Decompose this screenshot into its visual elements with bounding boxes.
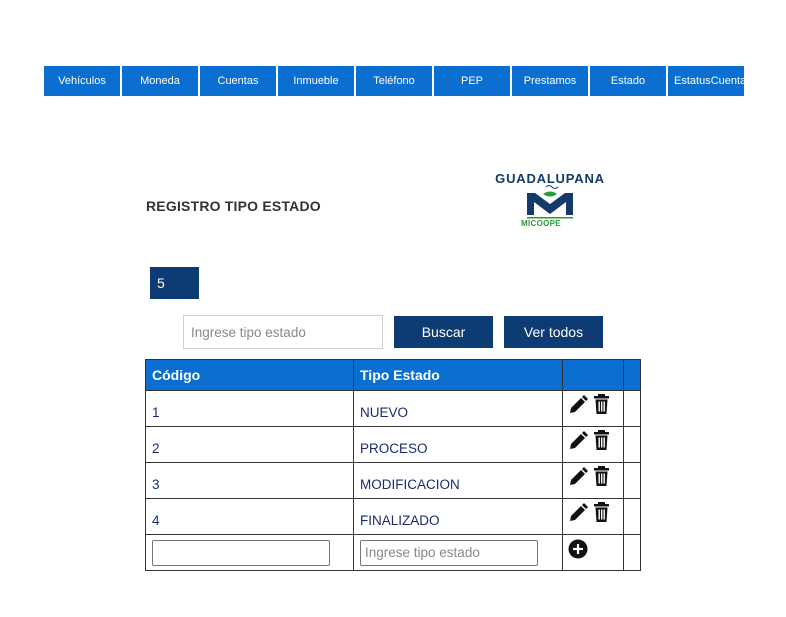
new-type-cell (353, 534, 563, 571)
search-input[interactable] (183, 315, 383, 349)
nav-item-prestamos[interactable]: Prestamos (512, 66, 588, 96)
search-button[interactable]: Buscar (394, 316, 493, 348)
pencil-icon[interactable] (568, 429, 588, 451)
trash-icon[interactable] (592, 501, 612, 523)
header-tipo-estado: Tipo Estado (353, 359, 563, 391)
cell-type: NUEVO (353, 390, 563, 427)
logo-subtitle: MICOOPE (521, 219, 561, 228)
cell-type: MODIFICACION (353, 462, 563, 499)
nav-item-estatus-cuentas-line1: Estatus (674, 74, 711, 87)
pencil-icon[interactable] (568, 465, 588, 487)
cell-extra (623, 534, 641, 571)
cell-add-action (562, 534, 624, 571)
nav-item-telefono[interactable]: Teléfono (356, 66, 432, 96)
table-row: 1 NUEVO (145, 390, 641, 427)
trash-icon[interactable] (592, 465, 612, 487)
nav-item-moneda[interactable]: Moneda (122, 66, 198, 96)
table-row: 2 PROCESO (145, 426, 641, 463)
trash-icon[interactable] (592, 393, 612, 415)
cell-extra (623, 498, 641, 535)
new-type-input[interactable] (360, 539, 538, 566)
top-nav: Vehículos Moneda Cuentas Inmueble Teléfo… (44, 66, 752, 96)
trash-icon[interactable] (592, 429, 612, 451)
pencil-icon[interactable] (568, 393, 588, 415)
cell-actions (562, 462, 624, 499)
cell-extra (623, 426, 641, 463)
table-header-row: Código Tipo Estado (145, 359, 641, 391)
nav-item-estado[interactable]: Estado (590, 66, 666, 96)
new-code-cell (145, 534, 354, 571)
nav-item-estatus-cuentas[interactable]: Estatus Cuentas (668, 66, 752, 96)
new-row (145, 534, 641, 571)
cell-extra (623, 462, 641, 499)
nav-item-estatus-cuentas-line2: Cuentas (710, 74, 752, 87)
nav-item-pep[interactable]: PEP (434, 66, 510, 96)
guadalupana-logo: GUADALUPANA MICOOPE (477, 171, 627, 231)
cell-code: 4 (145, 498, 354, 535)
page-title: REGISTRO TIPO ESTADO (146, 198, 321, 214)
header-extra (623, 359, 641, 391)
cell-code: 2 (145, 426, 354, 463)
cell-actions (562, 426, 624, 463)
cell-type: FINALIZADO (353, 498, 563, 535)
cell-code: 1 (145, 390, 354, 427)
nav-item-inmueble[interactable]: Inmueble (278, 66, 354, 96)
view-all-button[interactable]: Ver todos (504, 316, 603, 348)
cell-extra (623, 390, 641, 427)
new-code-input[interactable] (152, 539, 330, 566)
header-actions (562, 359, 624, 391)
cell-actions (562, 390, 624, 427)
pencil-icon[interactable] (568, 501, 588, 523)
table-row: 4 FINALIZADO (145, 498, 641, 535)
cell-type: PROCESO (353, 426, 563, 463)
nav-item-cuentas[interactable]: Cuentas (200, 66, 276, 96)
record-count-badge: 5 (150, 267, 199, 299)
estado-table: Código Tipo Estado 1 NUEVO 2 PROCESO 3 M… (145, 359, 641, 571)
header-codigo: Código (145, 359, 354, 391)
plus-circle-icon[interactable] (568, 537, 588, 559)
cell-actions (562, 498, 624, 535)
cell-code: 3 (145, 462, 354, 499)
table-row: 3 MODIFICACION (145, 462, 641, 499)
nav-item-vehiculos[interactable]: Vehículos (44, 66, 120, 96)
